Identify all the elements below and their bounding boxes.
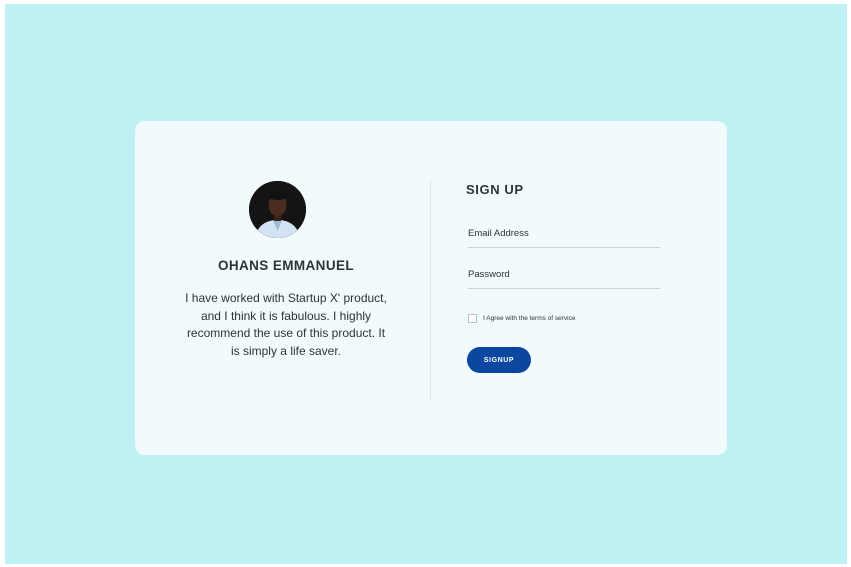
- signup-card: OHANS EMMANUEL I have worked with Startu…: [135, 121, 727, 455]
- divider: [430, 179, 431, 401]
- signup-button[interactable]: SIGNUP: [467, 347, 531, 373]
- profile-name: OHANS EMMANUEL: [217, 258, 355, 273]
- terms-row: I Agree with the terms of service: [468, 313, 575, 323]
- testimonial-panel: OHANS EMMANUEL I have worked with Startu…: [135, 121, 431, 455]
- email-field[interactable]: [468, 223, 660, 244]
- password-field[interactable]: [468, 264, 660, 285]
- terms-label: I Agree with the terms of service: [483, 314, 576, 322]
- testimonial-text: I have worked with Startup X' product, a…: [185, 291, 387, 358]
- page-background: OHANS EMMANUEL I have worked with Startu…: [5, 4, 847, 564]
- password-field-container: [468, 264, 660, 289]
- email-field-container: [468, 223, 660, 248]
- avatar: [249, 181, 306, 238]
- person-photo-icon: [249, 181, 306, 238]
- terms-checkbox[interactable]: [468, 313, 477, 323]
- signup-title: SIGN UP: [466, 182, 524, 197]
